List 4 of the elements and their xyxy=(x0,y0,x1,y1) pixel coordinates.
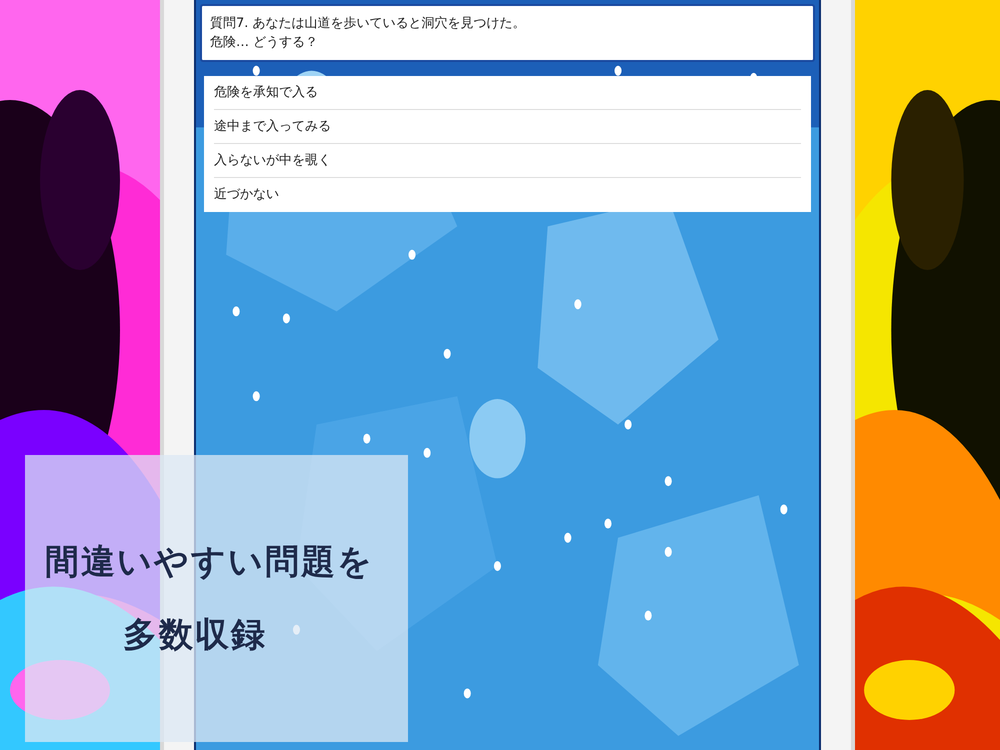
question-text: 危険… どうする？ xyxy=(210,34,320,52)
question-text: 質問7. あなたは山道を歩いていると洞穴を見つけた。 xyxy=(210,15,527,33)
caption-text: 多数収録 xyxy=(122,614,268,656)
caption-text: 間違いやすい問題を xyxy=(45,540,375,584)
